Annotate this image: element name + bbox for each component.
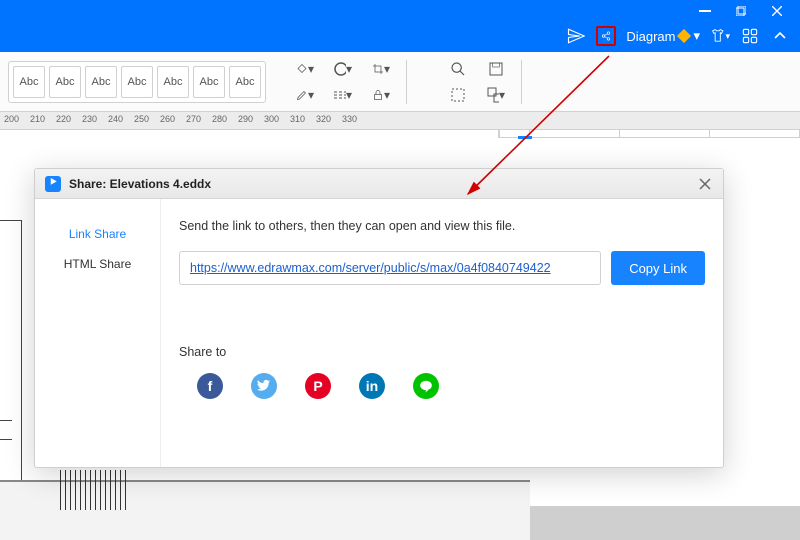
select-icon[interactable]: [449, 86, 467, 104]
copy-link-button[interactable]: Copy Link: [611, 251, 705, 285]
diamond-icon: [677, 29, 691, 43]
ruler-tick: 240: [108, 114, 123, 124]
search-icon[interactable]: [449, 60, 467, 78]
header-tools: Diagram ▾ ▾: [566, 26, 790, 46]
ruler-tick: 330: [342, 114, 357, 124]
app-logo-icon: ⯈: [45, 176, 61, 192]
sidebar-item-link-share[interactable]: Link Share: [43, 219, 152, 249]
ruler: 200 210 220 230 240 250 260 270 280 290 …: [0, 112, 800, 130]
chevron-down-icon: ▾: [693, 28, 700, 44]
share-dialog: ⯈ Share: Elevations 4.eddx Link Share HT…: [34, 168, 724, 468]
style-swatch[interactable]: Abc: [121, 66, 153, 98]
apps-icon[interactable]: [740, 26, 760, 46]
save-icon[interactable]: [487, 60, 505, 78]
social-buttons: f P in: [179, 373, 705, 399]
dialog-close-button[interactable]: [697, 176, 713, 192]
window-controls: [698, 0, 800, 18]
share-to-label: Share to: [179, 345, 705, 359]
ruler-tick: 280: [212, 114, 227, 124]
share-icon[interactable]: [596, 26, 616, 46]
ruler-tick: 210: [30, 114, 45, 124]
share-to-section: Share to f P in: [179, 345, 705, 399]
dialog-main: Send the link to others, then they can o…: [161, 199, 723, 467]
style-swatch[interactable]: Abc: [49, 66, 81, 98]
shirt-icon[interactable]: ▾: [710, 26, 730, 46]
style-gallery[interactable]: Abc Abc Abc Abc Abc Abc Abc: [8, 61, 266, 103]
crop-icon[interactable]: ▾: [372, 60, 390, 78]
ruler-tick: 300: [264, 114, 279, 124]
ruler-tick: 200: [4, 114, 19, 124]
ruler-tick: 230: [82, 114, 97, 124]
send-icon[interactable]: [566, 26, 586, 46]
style-swatch[interactable]: Abc: [229, 66, 261, 98]
twitter-icon[interactable]: [251, 373, 277, 399]
toolbar: Abc Abc Abc Abc Abc Abc Abc ▾ ▾ ▾ ▾ ▾ ▾: [0, 52, 800, 112]
dialog-body: Link Share HTML Share Send the link to o…: [35, 199, 723, 467]
ruler-tick: 260: [160, 114, 175, 124]
facebook-icon[interactable]: f: [197, 373, 223, 399]
diagram-text: Diagram: [626, 29, 675, 44]
drawing-fragment: [0, 420, 12, 440]
style-swatch[interactable]: Abc: [193, 66, 225, 98]
dialog-header: ⯈ Share: Elevations 4.eddx: [35, 169, 723, 199]
app-window: Diagram ▾ ▾ Abc Abc Abc Abc Abc Abc Abc …: [0, 0, 800, 506]
diagram-label[interactable]: Diagram ▾: [626, 28, 700, 44]
minimize-button[interactable]: [698, 4, 712, 18]
pen-icon[interactable]: ▾: [296, 86, 314, 104]
line-icon[interactable]: [413, 373, 439, 399]
chevron-up-icon[interactable]: [770, 26, 790, 46]
close-button[interactable]: [770, 4, 784, 18]
ruler-tick: 320: [316, 114, 331, 124]
ruler-tick: 310: [290, 114, 305, 124]
shape-icon[interactable]: ▾: [334, 60, 352, 78]
line-style-icon[interactable]: ▾: [334, 86, 352, 104]
style-swatch[interactable]: Abc: [157, 66, 189, 98]
ruler-tick: 220: [56, 114, 71, 124]
toolbar-divider: [521, 60, 522, 104]
sidebar-item-html-share[interactable]: HTML Share: [43, 249, 152, 279]
drawing-fragment: [60, 470, 130, 510]
toolbar-divider: [406, 60, 407, 104]
maximize-button[interactable]: [734, 4, 748, 18]
drawing-fragment: [0, 220, 22, 520]
share-url-link[interactable]: https://www.edrawmax.com/server/public/s…: [190, 261, 551, 275]
pinterest-icon[interactable]: P: [305, 373, 331, 399]
ruler-tick: 290: [238, 114, 253, 124]
share-url-field[interactable]: https://www.edrawmax.com/server/public/s…: [179, 251, 601, 285]
group-icon[interactable]: ▾: [487, 86, 505, 104]
link-row: https://www.edrawmax.com/server/public/s…: [179, 251, 705, 285]
linkedin-icon[interactable]: in: [359, 373, 385, 399]
dialog-title: Share: Elevations 4.eddx: [69, 177, 211, 191]
ruler-tick: 270: [186, 114, 201, 124]
share-description: Send the link to others, then they can o…: [179, 219, 705, 233]
dialog-sidebar: Link Share HTML Share: [35, 199, 161, 467]
lock-icon[interactable]: ▾: [372, 86, 390, 104]
ruler-tick: 250: [134, 114, 149, 124]
style-swatch[interactable]: Abc: [85, 66, 117, 98]
style-swatch[interactable]: Abc: [13, 66, 45, 98]
fill-icon[interactable]: ▾: [296, 60, 314, 78]
